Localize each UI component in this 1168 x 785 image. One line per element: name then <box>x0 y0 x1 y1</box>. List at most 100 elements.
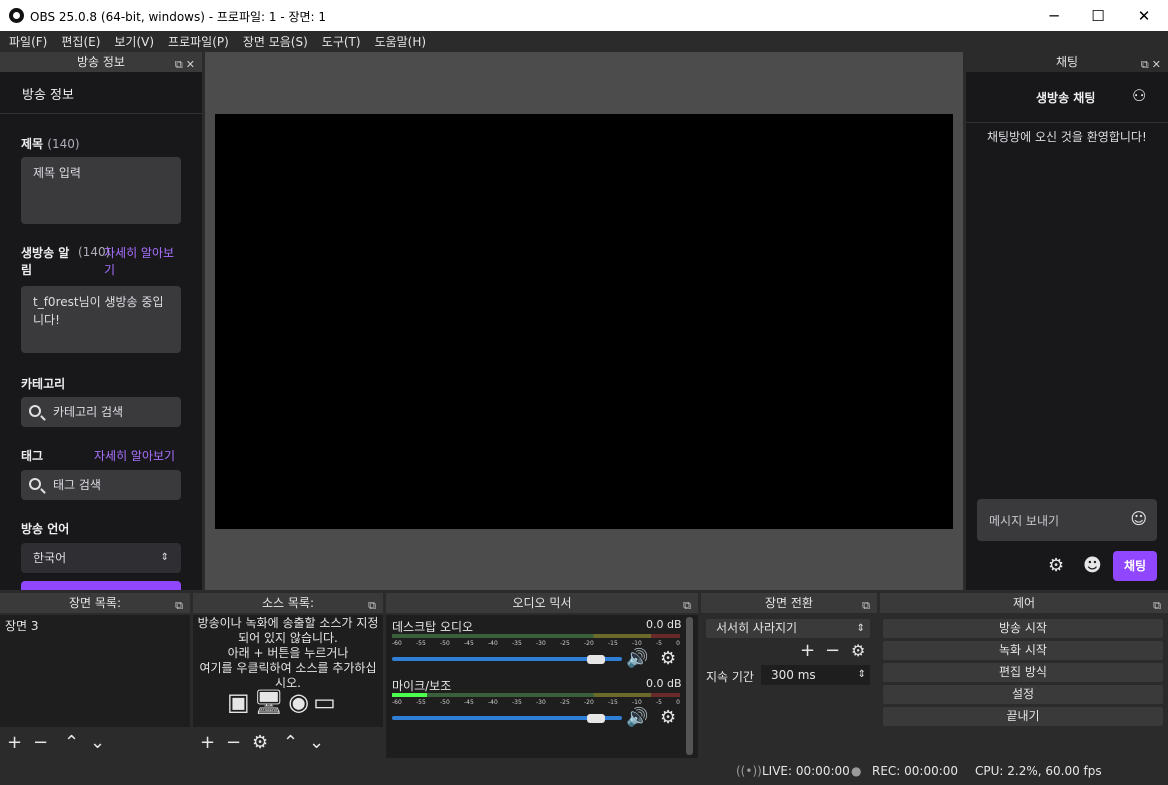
menu-help[interactable]: 도움말(H) <box>375 33 427 50</box>
speaker-icon[interactable]: 🔊 <box>626 648 648 669</box>
minimize-button[interactable]: ─ <box>1031 0 1077 31</box>
menu-view[interactable]: 보기(V) <box>114 33 154 50</box>
start-streaming-button[interactable]: 방송 시작 <box>883 619 1163 638</box>
dock-float-icon[interactable]: ⧉ <box>862 596 873 616</box>
add-source-button[interactable]: + <box>200 734 215 752</box>
move-up-button[interactable]: ⌃ <box>283 734 298 752</box>
transition-properties-icon[interactable]: ⚙ <box>851 642 865 660</box>
language-label: 방송 언어 <box>21 522 70 536</box>
move-up-button[interactable]: ⌃ <box>64 734 79 752</box>
notify-input[interactable]: t_f0rest님이 생방송 중입니다! <box>21 286 181 353</box>
empty-hint-line-1: 방송이나 녹화에 송출할 소스가 지정되어 있지 않습니다. <box>197 616 379 645</box>
remove-source-button[interactable]: − <box>226 734 241 752</box>
source-type-icons: ▣🖥◉▭ <box>227 688 340 716</box>
exit-button[interactable]: 끝내기 <box>883 707 1163 726</box>
close-button[interactable]: ✕ <box>1121 0 1167 31</box>
start-recording-button[interactable]: 녹화 시작 <box>883 641 1163 660</box>
rec-icon: ● <box>851 764 862 778</box>
chat-title: 생방송 채팅 <box>1036 91 1096 105</box>
status-bar: ((•)) LIVE: 00:00:00 ● REC: 00:00:00 CPU… <box>0 758 1168 785</box>
emote-icon[interactable]: ☺ <box>1130 509 1147 528</box>
tick-label: -35 <box>512 640 522 647</box>
search-icon <box>29 405 41 417</box>
dock-float-icon[interactable]: ⧉ <box>683 596 694 616</box>
obs-logo-icon <box>9 8 24 23</box>
mixer-scrollbar[interactable] <box>686 617 693 755</box>
updown-icon: ⇕ <box>856 623 865 634</box>
preview-canvas[interactable] <box>215 114 953 529</box>
channel-name: 데스크탑 오디오 <box>392 620 474 634</box>
users-icon[interactable]: ⚇ <box>1132 86 1146 105</box>
remove-transition-button[interactable]: − <box>825 642 840 660</box>
chat-welcome: 채팅방에 오신 것을 환영합니다! <box>987 130 1147 144</box>
add-scene-button[interactable]: + <box>7 734 22 752</box>
dock-header: 소스 목록: ⧉ <box>193 593 383 613</box>
tick-label: -60 <box>392 640 402 647</box>
title-input[interactable]: 제목 입력 <box>21 157 181 224</box>
tags-label: 태그 <box>21 449 44 463</box>
move-down-button[interactable]: ⌄ <box>90 734 105 752</box>
settings-button[interactable]: 설정 <box>883 685 1163 704</box>
channel-settings-icon[interactable]: ⚙ <box>660 648 676 669</box>
tick-label: -5 <box>656 640 662 647</box>
level-meter <box>392 693 680 697</box>
tick-label: -15 <box>608 699 618 706</box>
list-item[interactable]: 장면 3 <box>5 617 39 634</box>
window-title: OBS 25.0.8 (64-bit, windows) - 프로파일: 1 -… <box>30 10 327 24</box>
cpu-status: CPU: 2.2%, 60.00 fps <box>975 764 1102 778</box>
tick-label: -15 <box>608 640 618 647</box>
tick-label: -45 <box>464 640 474 647</box>
title-label: 제목 (140) <box>21 137 80 151</box>
chat-input[interactable]: 메시지 보내기 ☺ <box>977 499 1157 541</box>
stream-info-panel: 방송 정보 제목 (140) 제목 입력 생방송 알림 (140) 자세히 알아… <box>0 72 202 590</box>
speaker-icon[interactable]: 🔊 <box>626 707 648 728</box>
menu-tools[interactable]: 도구(T) <box>322 33 361 50</box>
bits-icon[interactable]: ☻ <box>1083 555 1102 576</box>
dock-title: 제어 <box>1012 596 1036 610</box>
menu-scene-collection[interactable]: 장면 모음(S) <box>243 33 308 50</box>
chat-header: 생방송 채팅 ⚇ <box>966 72 1168 123</box>
tags-learn-more-link[interactable]: 자세히 알아보기 <box>94 447 175 464</box>
dock-header: 방송 정보 ⧉✕ <box>0 52 202 72</box>
dock-float-icon[interactable]: ⧉ <box>175 596 186 616</box>
chat-settings-icon[interactable]: ⚙ <box>1048 555 1064 576</box>
tags-search[interactable]: 태그 검색 <box>21 470 181 500</box>
tick-label: -60 <box>392 699 402 706</box>
meter-ticks: -60 -55 -50 -45 -40 -35 -30 -25 -20 -15 -10 -5 0 <box>392 699 680 706</box>
chat-send-button[interactable]: 채팅 <box>1113 551 1157 581</box>
add-transition-button[interactable]: + <box>800 642 815 660</box>
duration-spinbox[interactable]: 300 ms ⇕ <box>761 665 870 685</box>
notify-learn-more-link[interactable]: 자세히 알아보기 <box>104 245 182 279</box>
dock-float-icon[interactable]: ⧉ <box>368 596 379 616</box>
done-button[interactable] <box>21 581 181 590</box>
maximize-button[interactable]: ☐ <box>1075 0 1121 31</box>
dock-header: 오디오 믹서 ⧉ <box>386 593 698 613</box>
tick-label: -55 <box>416 640 426 647</box>
studio-mode-button[interactable]: 편집 방식 <box>883 663 1163 682</box>
dock-float-icon[interactable]: ⧉ <box>1153 596 1164 616</box>
dock-header: 장면 목록: ⧉ <box>0 593 190 613</box>
transition-select[interactable]: 서서히 사라지기 ⇕ <box>706 619 870 638</box>
chat-input-placeholder: 메시지 보내기 <box>989 514 1060 528</box>
tick-label: -25 <box>560 699 570 706</box>
menu-profile[interactable]: 프로파일(P) <box>168 33 229 50</box>
tick-label: -40 <box>488 699 498 706</box>
tick-label: -55 <box>416 699 426 706</box>
channel-settings-icon[interactable]: ⚙ <box>660 707 676 728</box>
tick-label: -35 <box>512 699 522 706</box>
source-properties-icon[interactable]: ⚙ <box>252 734 268 752</box>
volume-knob[interactable] <box>587 655 606 664</box>
language-select[interactable]: 한국어 ⇕ <box>21 543 181 573</box>
dock-title: 장면 목록: <box>68 596 122 610</box>
category-search[interactable]: 카테고리 검색 <box>21 397 181 427</box>
source-list[interactable]: 방송이나 녹화에 송출할 소스가 지정되어 있지 않습니다. 아래 + 버튼을 … <box>193 615 383 727</box>
menu-file[interactable]: 파일(F) <box>9 33 47 50</box>
tick-label: 0 <box>676 699 680 706</box>
volume-knob[interactable] <box>587 714 606 723</box>
move-down-button[interactable]: ⌄ <box>309 734 324 752</box>
remove-scene-button[interactable]: − <box>33 734 48 752</box>
search-icon <box>29 478 41 490</box>
menu-edit[interactable]: 편집(E) <box>61 33 100 50</box>
notify-label: 생방송 알림 <box>21 246 70 277</box>
live-icon: ((•)) <box>736 764 762 778</box>
